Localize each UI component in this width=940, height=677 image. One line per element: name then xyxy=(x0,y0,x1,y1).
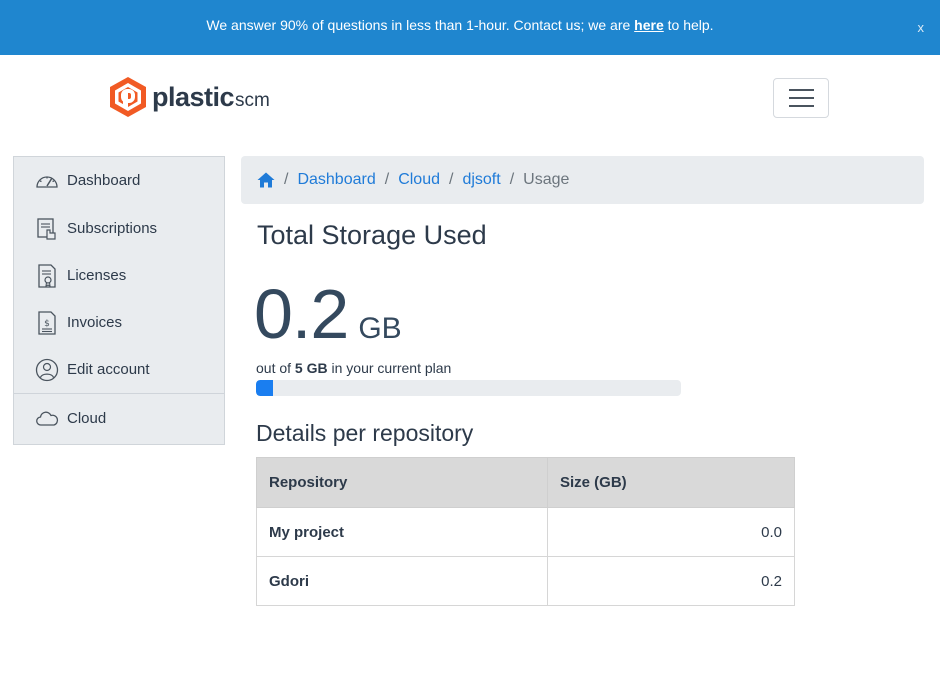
banner-text-before: We answer 90% of questions in less than … xyxy=(206,17,635,33)
subscriptions-icon xyxy=(37,217,56,240)
storage-plan-note: out of 5 GB in your current plan xyxy=(256,360,451,376)
repository-size: 0.2 xyxy=(547,556,795,606)
hamburger-line xyxy=(789,105,814,107)
hamburger-line xyxy=(789,97,814,99)
sidebar-nav: Dashboard Subscriptions Licenses $ Invoi… xyxy=(13,156,225,445)
breadcrumb-separator: / xyxy=(384,171,390,188)
table-header-row: Repository Size (GB) xyxy=(256,457,795,508)
plastic-scm-logo[interactable]: plasticscm xyxy=(108,76,270,118)
sidebar-item-label: Invoices xyxy=(67,314,123,331)
plan-note-before: out of xyxy=(256,360,295,376)
sidebar-item-licenses[interactable]: Licenses xyxy=(14,252,224,299)
logo-name: plastic xyxy=(152,81,235,112)
repository-table: Repository Size (GB) My project 0.0 Gdor… xyxy=(256,457,795,606)
cloud-icon xyxy=(36,411,59,426)
repository-name: Gdori xyxy=(256,556,548,606)
banner-help-link[interactable]: here xyxy=(634,17,664,33)
svg-text:$: $ xyxy=(44,319,50,329)
storage-used-readout: 0.2 GB xyxy=(254,274,402,354)
table-row: Gdori 0.2 xyxy=(256,556,795,606)
breadcrumb-separator: / xyxy=(509,171,515,188)
page-title: Total Storage Used xyxy=(257,220,487,250)
breadcrumb-link-cloud[interactable]: Cloud xyxy=(398,171,440,189)
plan-note-after: in your current plan xyxy=(327,360,452,376)
storage-progress-bar xyxy=(256,380,681,396)
dashboard-gauge-icon xyxy=(36,175,58,188)
sidebar-item-label: Subscriptions xyxy=(67,220,158,237)
logo-wordmark: plasticscm xyxy=(152,82,270,113)
logo-suffix: scm xyxy=(235,89,270,111)
banner-text-after: to help. xyxy=(663,17,714,33)
sidebar-item-label: Edit account xyxy=(67,361,150,378)
breadcrumb-current-usage: Usage xyxy=(523,171,570,188)
sidebar-item-dashboard[interactable]: Dashboard xyxy=(14,157,224,204)
invoice-icon: $ xyxy=(38,310,56,335)
breadcrumb-link-dashboard[interactable]: Dashboard xyxy=(297,171,375,189)
sidebar-item-subscriptions[interactable]: Subscriptions xyxy=(14,205,224,252)
plastic-logo-icon xyxy=(110,77,146,117)
table-row: My project 0.0 xyxy=(256,507,795,557)
storage-used-unit: GB xyxy=(358,312,402,345)
sidebar-item-edit-account[interactable]: Edit account xyxy=(14,346,224,393)
storage-progress-fill xyxy=(256,380,273,396)
repository-name: My project xyxy=(256,507,548,557)
sidebar-item-cloud[interactable]: Cloud xyxy=(14,395,224,442)
column-header-size: Size (GB) xyxy=(547,457,795,508)
hamburger-line xyxy=(789,89,814,91)
breadcrumb: / Dashboard / Cloud / djsoft / Usage xyxy=(241,156,924,204)
storage-used-value: 0.2 xyxy=(254,275,349,353)
details-section-title: Details per repository xyxy=(256,420,474,446)
banner-message: We answer 90% of questions in less than … xyxy=(0,17,920,33)
sidebar-item-label: Dashboard xyxy=(67,172,141,189)
license-certificate-icon xyxy=(38,263,56,288)
banner-close-button[interactable]: x xyxy=(918,20,925,35)
home-icon[interactable] xyxy=(257,172,275,188)
repository-size: 0.0 xyxy=(547,507,795,557)
sidebar-divider xyxy=(14,393,224,394)
column-header-repository: Repository xyxy=(256,457,548,508)
plan-size: 5 GB xyxy=(294,360,328,376)
sidebar-item-label: Licenses xyxy=(67,267,127,284)
announcement-banner: We answer 90% of questions in less than … xyxy=(0,0,940,55)
user-circle-icon xyxy=(35,358,59,381)
sidebar-item-invoices[interactable]: $ Invoices xyxy=(14,299,224,346)
hamburger-menu-button[interactable] xyxy=(773,78,829,118)
breadcrumb-separator: / xyxy=(449,171,454,188)
breadcrumb-link-djsoft[interactable]: djsoft xyxy=(462,171,500,189)
sidebar-item-label: Cloud xyxy=(67,410,107,427)
breadcrumb-separator: / xyxy=(284,171,289,188)
